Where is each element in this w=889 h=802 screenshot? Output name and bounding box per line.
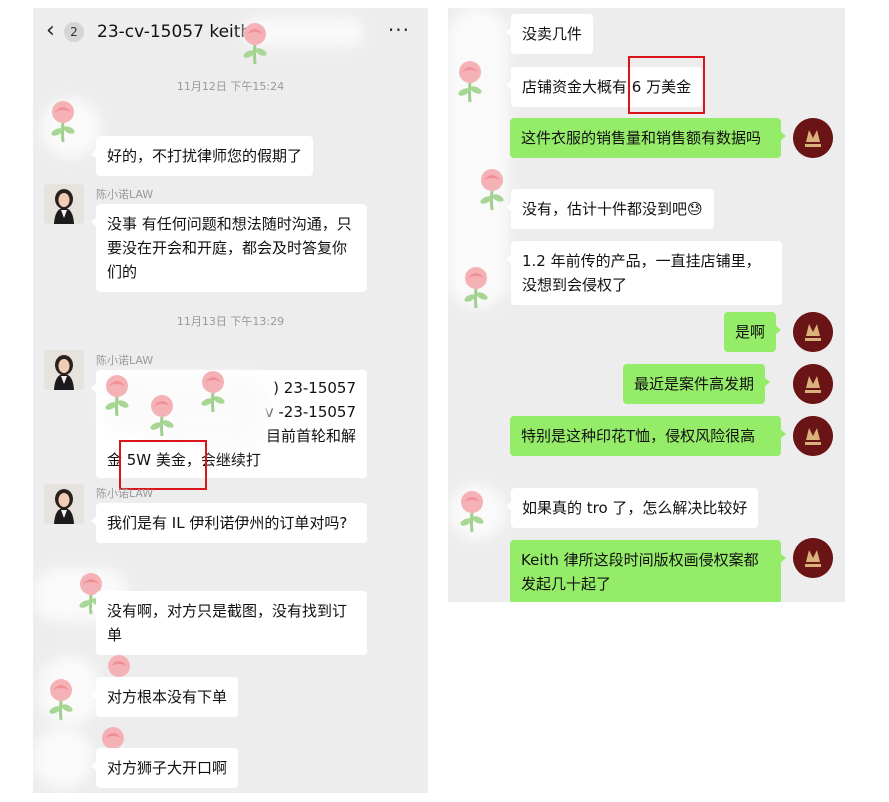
timestamp: 11月12日 下午15:24 [176, 80, 285, 93]
flower-sticker-icon [462, 266, 490, 308]
chevron-left-icon[interactable]: ‹ [46, 20, 55, 42]
sender-name: 陈小诺LAW [96, 354, 154, 367]
message-bubble[interactable]: 我们是有 IL 伊利诺伊州的订单对吗? [91, 503, 367, 543]
law-firm-avatar[interactable] [793, 312, 833, 352]
flower-sticker-icon [458, 490, 486, 532]
flower-sticker-icon [49, 100, 77, 142]
avatar[interactable] [44, 484, 84, 524]
message-bubble[interactable]: 没卖几件 [505, 14, 594, 54]
law-firm-avatar[interactable] [793, 118, 833, 158]
message-bubble[interactable]: Keith 律所这段时间版权画侵权案都发起几十起了 [510, 540, 786, 602]
message-bubble[interactable]: 好的，不打扰律师您的假期了 [90, 136, 314, 176]
message-bubble[interactable]: 特别是这种印花T恤，侵权风险很高 [510, 416, 786, 456]
flower-sticker-icon [478, 168, 506, 210]
message-bubble[interactable]: 如果真的 tro 了，怎么解决比较好 [505, 488, 759, 528]
left-chat-screenshot: ‹ 2 23-cv-15057 keith ··· 11月12日 下午15:24… [33, 8, 428, 793]
message-bubble[interactable]: 是啊 [724, 312, 782, 352]
message-bubble[interactable]: 没有啊，对方只是截图，没有找到订单 [91, 591, 367, 655]
flower-sticker-icon [148, 394, 176, 436]
message-bubble[interactable]: 这件衣服的销售量和销售额有数据吗 [510, 118, 786, 158]
right-chat-screenshot: 没卖几件 店铺资金大概有 6 万美金 这件衣服的销售量和销售额有数据吗 没有，估… [448, 8, 845, 602]
message-bubble[interactable]: 对方根本没有下单 [90, 677, 239, 717]
message-bubble[interactable]: 1.2 年前传的产品，一直挂店铺里，没想到会侵权了 [506, 241, 782, 305]
avatar[interactable] [44, 350, 84, 390]
highlight-box [119, 440, 207, 490]
sender-name: 陈小诺LAW [96, 487, 154, 500]
flower-sticker-icon [456, 60, 484, 102]
ellipsis-icon[interactable]: ··· [388, 18, 410, 42]
message-bubble[interactable]: 对方狮子大开口啊 [90, 748, 239, 788]
flower-sticker-icon [241, 22, 269, 64]
message-bubble[interactable]: 没有，估计十件都没到吧😓 [506, 189, 714, 229]
chat-header: ‹ 2 23-cv-15057 keith ··· [33, 8, 428, 56]
timestamp: 11月13日 下午13:29 [176, 315, 285, 328]
sender-name: 陈小诺LAW [96, 188, 154, 201]
law-firm-avatar[interactable] [793, 364, 833, 404]
message-bubble[interactable]: 最近是案件高发期 [623, 364, 771, 404]
flower-sticker-icon [47, 678, 75, 720]
privacy-blur [448, 8, 508, 308]
law-firm-avatar[interactable] [793, 416, 833, 456]
privacy-blur [33, 728, 93, 788]
chat-title: 23-cv-15057 keith [97, 22, 252, 42]
message-bubble[interactable]: 没事 有任何问题和想法随时沟通，只要没在开会和开庭，都会及时答复你们的 [91, 204, 367, 292]
avatar[interactable] [44, 184, 84, 224]
unread-badge: 2 [64, 22, 84, 42]
flower-sticker-icon [199, 370, 227, 412]
flower-sticker-icon [103, 374, 131, 416]
highlight-box [628, 56, 705, 114]
law-firm-avatar[interactable] [793, 538, 833, 578]
